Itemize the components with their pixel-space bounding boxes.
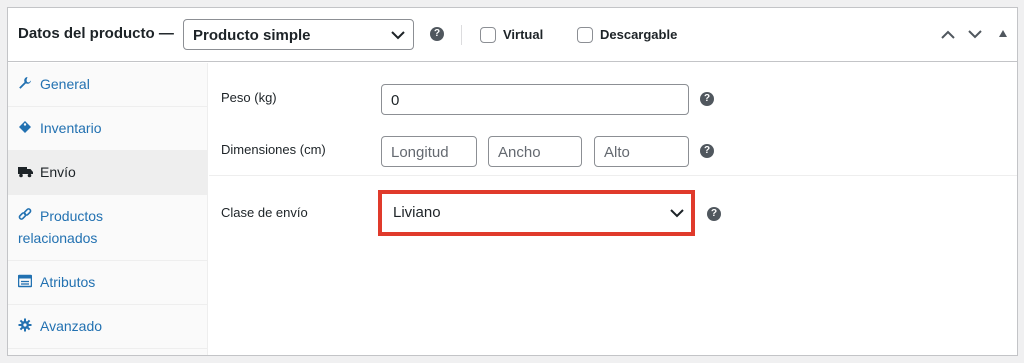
divider xyxy=(461,25,462,45)
help-icon[interactable]: ? xyxy=(707,207,721,221)
shipping-class-select[interactable]: Liviano xyxy=(388,198,685,228)
collapse-toggle-icon[interactable] xyxy=(999,30,1007,37)
tab-label: Avanzado xyxy=(40,318,103,334)
length-input[interactable]: Longitud xyxy=(381,136,477,167)
weight-label: Peso (kg) xyxy=(221,90,277,105)
tab-linked-products[interactable]: Productos relacionados xyxy=(8,195,208,261)
weight-input[interactable]: 0 xyxy=(381,84,689,115)
product-type-select[interactable]: Producto simple xyxy=(183,19,414,50)
dimensions-label: Dimensiones (cm) xyxy=(221,142,326,157)
weight-value: 0 xyxy=(391,92,400,109)
tab-shipping[interactable]: Envío xyxy=(8,151,208,195)
virtual-label: Virtual xyxy=(503,27,544,42)
highlight-box: Liviano xyxy=(378,190,695,236)
panel-header: Datos del producto — Producto simple ? V… xyxy=(8,8,1017,62)
move-down-icon[interactable] xyxy=(968,30,982,39)
tab-label: General xyxy=(40,76,90,92)
shipping-class-value: Liviano xyxy=(393,204,441,221)
divider xyxy=(209,175,1017,176)
truck-icon xyxy=(18,167,33,178)
help-icon[interactable]: ? xyxy=(700,92,714,106)
gear-icon xyxy=(18,318,32,332)
height-input[interactable]: Alto xyxy=(594,136,689,167)
tab-inventory[interactable]: Inventario xyxy=(8,107,208,151)
tab-general[interactable]: General xyxy=(8,63,208,107)
tab-attributes[interactable]: Atributos xyxy=(8,261,208,305)
chevron-down-icon xyxy=(670,209,684,218)
width-placeholder: Ancho xyxy=(498,144,541,161)
length-placeholder: Longitud xyxy=(391,144,449,161)
tab-advanced[interactable]: Avanzado xyxy=(8,305,208,349)
chevron-down-icon xyxy=(391,31,405,40)
move-up-icon[interactable] xyxy=(941,30,955,39)
height-placeholder: Alto xyxy=(604,144,630,161)
width-input[interactable]: Ancho xyxy=(488,136,582,167)
tab-label: Productos relacionados xyxy=(18,208,104,246)
help-icon[interactable]: ? xyxy=(700,144,714,158)
help-icon[interactable]: ? xyxy=(430,27,444,41)
panel-title: Datos del producto — xyxy=(18,25,174,42)
virtual-checkbox[interactable] xyxy=(480,27,496,43)
shipping-panel: Peso (kg) 0 ? Dimensiones (cm) Longitud … xyxy=(209,63,1017,355)
downloadable-label: Descargable xyxy=(600,27,678,42)
downloadable-checkbox[interactable] xyxy=(577,27,593,43)
tag-icon xyxy=(19,121,31,133)
product-data-tabs: General Inventario Envío Productos relac… xyxy=(8,63,208,355)
list-icon xyxy=(18,274,32,288)
wrench-icon xyxy=(19,77,31,89)
product-type-value: Producto simple xyxy=(193,27,311,44)
tab-label: Inventario xyxy=(40,120,102,136)
product-data-panel: Datos del producto — Producto simple ? V… xyxy=(7,7,1018,356)
shipping-class-label: Clase de envío xyxy=(221,205,308,220)
tab-label: Envío xyxy=(40,164,76,180)
tab-label: Atributos xyxy=(40,274,96,290)
